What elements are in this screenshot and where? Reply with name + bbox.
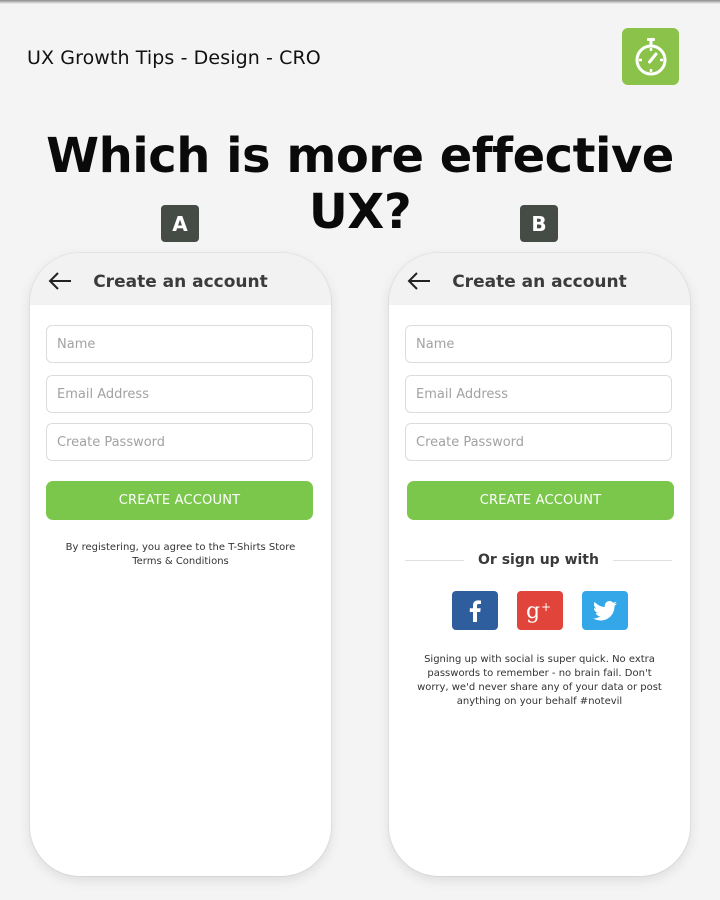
- password-field[interactable]: [405, 423, 672, 461]
- twitter-icon: [592, 600, 617, 620]
- google-plus-signup-button[interactable]: g +: [516, 591, 563, 630]
- social-divider: Or sign up with: [405, 550, 672, 570]
- social-reassurance-text: Signing up with social is super quick. N…: [417, 654, 662, 707]
- top-edge-shadow: [0, 0, 720, 4]
- terms-link[interactable]: Terms & Conditions: [132, 556, 229, 567]
- create-account-button[interactable]: CREATE ACCOUNT: [407, 481, 674, 520]
- password-field[interactable]: [46, 423, 313, 461]
- svg-text:g: g: [526, 599, 540, 624]
- facebook-signup-button[interactable]: [451, 591, 498, 630]
- svg-text:+: +: [541, 600, 551, 614]
- screen-title: Create an account: [452, 272, 627, 292]
- divider-line: [612, 559, 672, 561]
- stopwatch-icon: [635, 37, 666, 75]
- variant-badge-a: A: [161, 205, 199, 242]
- name-field[interactable]: [405, 325, 672, 363]
- screen-header: Create an account: [389, 253, 690, 305]
- screen-header: Create an account: [30, 253, 331, 305]
- create-account-button[interactable]: CREATE ACCOUNT: [46, 481, 313, 520]
- terms-notice: By registering, you agree to the T-Shirt…: [30, 541, 331, 569]
- social-buttons: g +: [389, 591, 690, 630]
- twitter-signup-button[interactable]: [581, 591, 628, 630]
- phone-mockup-b: Create an account CREATE ACCOUNT Or sign…: [389, 253, 690, 876]
- divider-label: Or sign up with: [478, 552, 599, 568]
- variant-badge-b: B: [520, 205, 558, 242]
- facebook-icon: [469, 599, 481, 622]
- headline: Which is more effective UX?: [46, 128, 674, 240]
- brand-logo: [622, 28, 679, 85]
- divider-line: [405, 559, 465, 561]
- terms-text: By registering, you agree to the T-Shirt…: [65, 542, 296, 553]
- brand-title: UX Growth Tips - Design - CRO: [27, 47, 321, 69]
- email-field[interactable]: [405, 375, 672, 413]
- screen-title: Create an account: [93, 272, 268, 292]
- google-plus-icon: g +: [526, 599, 551, 624]
- phone-mockup-a: Create an account CREATE ACCOUNT By regi…: [30, 253, 331, 876]
- name-field[interactable]: [46, 325, 313, 363]
- email-field[interactable]: [46, 375, 313, 413]
